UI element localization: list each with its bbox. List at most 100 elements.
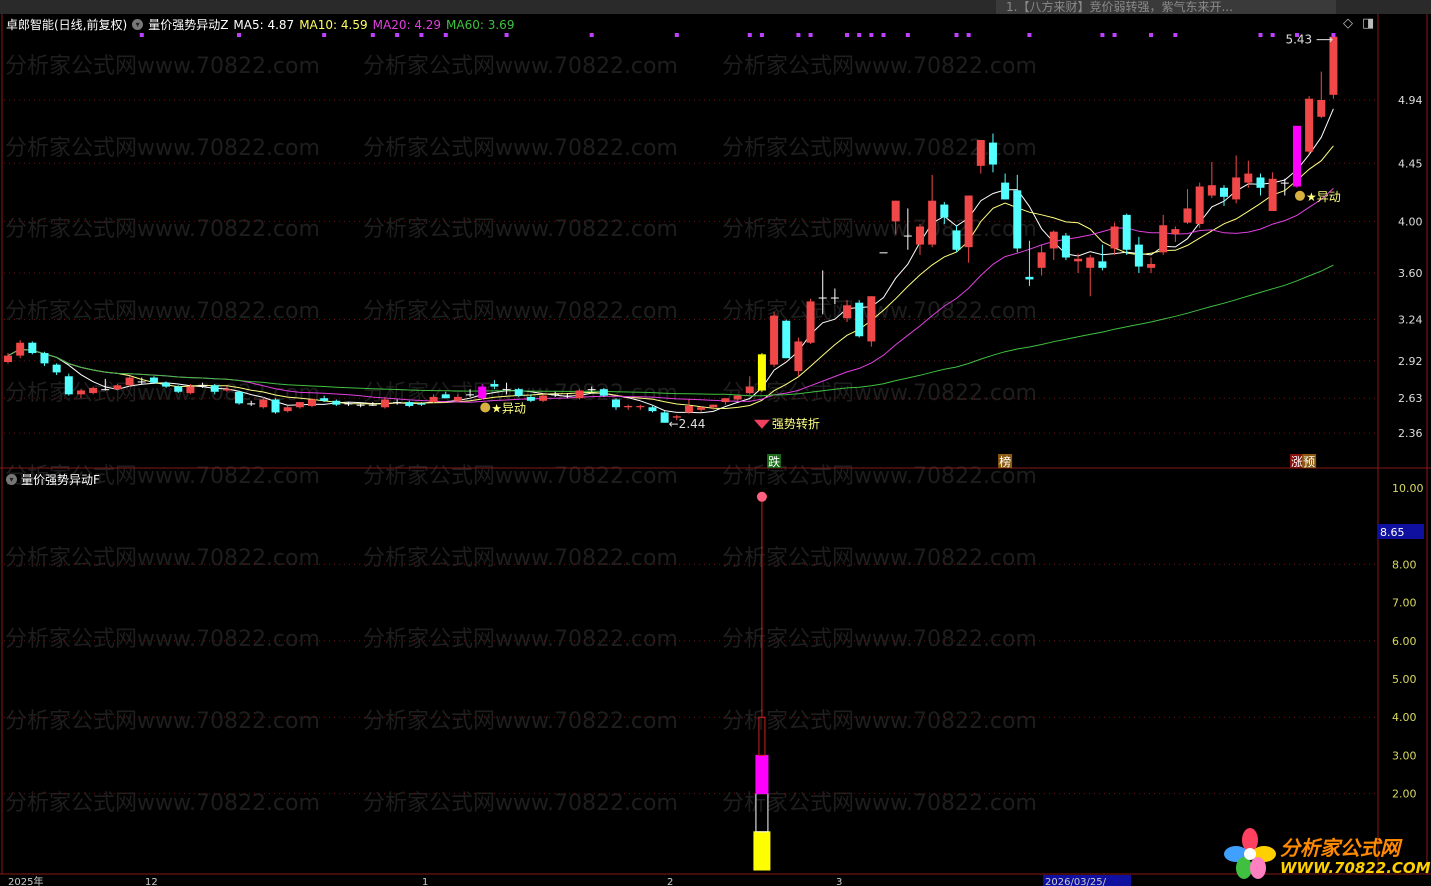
- candle-body: [125, 377, 134, 386]
- candle-body: [843, 305, 852, 319]
- flower-logo-icon: [1224, 828, 1276, 879]
- candle-body: [916, 226, 924, 245]
- candle-body: [1122, 214, 1131, 250]
- candle-body: [709, 404, 718, 408]
- watermark-text: 分析家公式网www.70822.com: [5, 217, 320, 242]
- candle-body: [587, 389, 596, 391]
- watermark-text: 分析家公式网www.70822.com: [722, 546, 1037, 571]
- watermark-text: 分析家公式网www.70822.com: [722, 627, 1037, 652]
- watermark-text: 分析家公式网www.70822.com: [363, 791, 678, 816]
- signal-dot: [966, 33, 971, 37]
- candle-body: [198, 385, 207, 387]
- signal-bar-segment: [755, 754, 769, 795]
- candle-body: [733, 395, 742, 400]
- signal-dot: [857, 33, 862, 37]
- candle-body: [295, 402, 304, 408]
- candle-body: [1171, 229, 1180, 235]
- signal-dot: [674, 33, 679, 37]
- candle-body: [186, 386, 195, 394]
- candle-body: [380, 399, 389, 408]
- lower-y-tick-label: 7.00: [1392, 597, 1417, 610]
- signal-top-icon: [756, 491, 767, 502]
- lower-y-tick-label: 3.00: [1392, 749, 1417, 762]
- candle-body: [441, 394, 450, 399]
- candle-body: [101, 389, 110, 391]
- signal-dot: [1149, 33, 1154, 37]
- candle-body: [1074, 258, 1083, 262]
- candle-body: [806, 301, 815, 343]
- candle-body: [40, 353, 49, 364]
- candle-body: [684, 405, 693, 413]
- watermark-text: 分析家公式网www.70822.com: [722, 299, 1037, 324]
- signal-dot: [419, 33, 424, 37]
- candle-body: [575, 390, 584, 399]
- candle-body: [794, 341, 803, 372]
- candle-body: [1207, 185, 1216, 196]
- candle-body: [502, 389, 511, 391]
- candle-body: [1268, 178, 1277, 212]
- candle-body: [514, 389, 523, 396]
- signal-dot: [808, 33, 813, 37]
- indicator-menu-icon[interactable]: ▾: [6, 474, 17, 485]
- panel-toggle-icon[interactable]: ◨: [1362, 16, 1374, 31]
- watermark-text: 分析家公式网www.70822.com: [363, 217, 678, 242]
- candle-body: [137, 381, 146, 383]
- candle-body: [624, 405, 633, 408]
- lower-y-tick-label: 4.00: [1392, 711, 1417, 724]
- candle-body: [466, 394, 475, 396]
- candle-body: [855, 302, 864, 337]
- candle-body: [271, 399, 280, 413]
- signal-dot: [322, 33, 327, 37]
- watermark-text: 分析家公式网www.70822.com: [5, 709, 320, 734]
- watermark-text: 分析家公式网www.70822.com: [5, 791, 320, 816]
- x-tick-label: 2025年: [8, 875, 43, 886]
- watermark-text: 分析家公式网www.70822.com: [5, 546, 320, 571]
- tag-label: 跌: [768, 454, 780, 469]
- diamond-icon[interactable]: ◇: [1343, 16, 1353, 31]
- main-pane-header: 卓郎智能(日线,前复权) ▾ 量价强势异动Z MA5: 4.87 MA10: 4…: [6, 16, 514, 33]
- candle-body: [1013, 190, 1022, 249]
- indicator-name: 量价强势异动Z: [148, 18, 229, 32]
- candle-body: [1305, 98, 1314, 152]
- candle-body: [4, 355, 12, 363]
- candle-body: [697, 407, 706, 410]
- candle-body: [721, 398, 730, 403]
- signal-dot: [139, 33, 144, 37]
- candle-body: [417, 403, 426, 405]
- candle-body: [52, 364, 61, 373]
- money-bag-icon: [480, 402, 491, 413]
- candle-body: [879, 252, 888, 254]
- candle-body: [1292, 125, 1301, 187]
- candle-body: [1086, 257, 1095, 268]
- lower-y-tick-label: 6.00: [1392, 635, 1417, 648]
- candle-body: [113, 385, 122, 390]
- candle-body: [320, 398, 329, 401]
- money-bag-icon: [1294, 190, 1305, 201]
- watermark-text: 分析家公式网www.70822.com: [5, 54, 320, 79]
- candle-body: [308, 399, 316, 406]
- candle-body: [599, 389, 608, 396]
- watermark-text: 分析家公式网www.70822.com: [363, 709, 678, 734]
- signal-dot: [395, 33, 400, 37]
- candle-body: [149, 377, 158, 383]
- candle-body: [1147, 263, 1156, 268]
- candle-body: [1244, 173, 1253, 183]
- tag-label: 涨: [1291, 454, 1303, 469]
- candle-body: [636, 405, 645, 408]
- candle-body: [344, 403, 353, 405]
- signal-dot: [869, 33, 874, 37]
- site-logo: 分析家公式网 WWW.70822.COM: [1222, 826, 1431, 882]
- candle-body: [1195, 186, 1204, 224]
- candle-body: [1183, 208, 1192, 223]
- watermark-text: 分析家公式网www.70822.com: [5, 136, 320, 161]
- tag-label: 预: [1303, 455, 1315, 469]
- candle-body: [490, 384, 499, 387]
- candle-body: [393, 402, 402, 404]
- indicator-menu-icon[interactable]: ▾: [132, 19, 144, 30]
- kline-chart[interactable]: 分析家公式网www.70822.com 分析家公式网www.70822.com 分析…: [0, 0, 1431, 886]
- watermark-text: 分析家公式网www.70822.com: [363, 136, 678, 161]
- signal-dot: [1270, 33, 1275, 37]
- lower-pane-header: ▾ 量价强势异动F: [6, 471, 100, 488]
- ma5-value: MA5: 4.87: [233, 17, 295, 32]
- candle-body: [952, 230, 961, 250]
